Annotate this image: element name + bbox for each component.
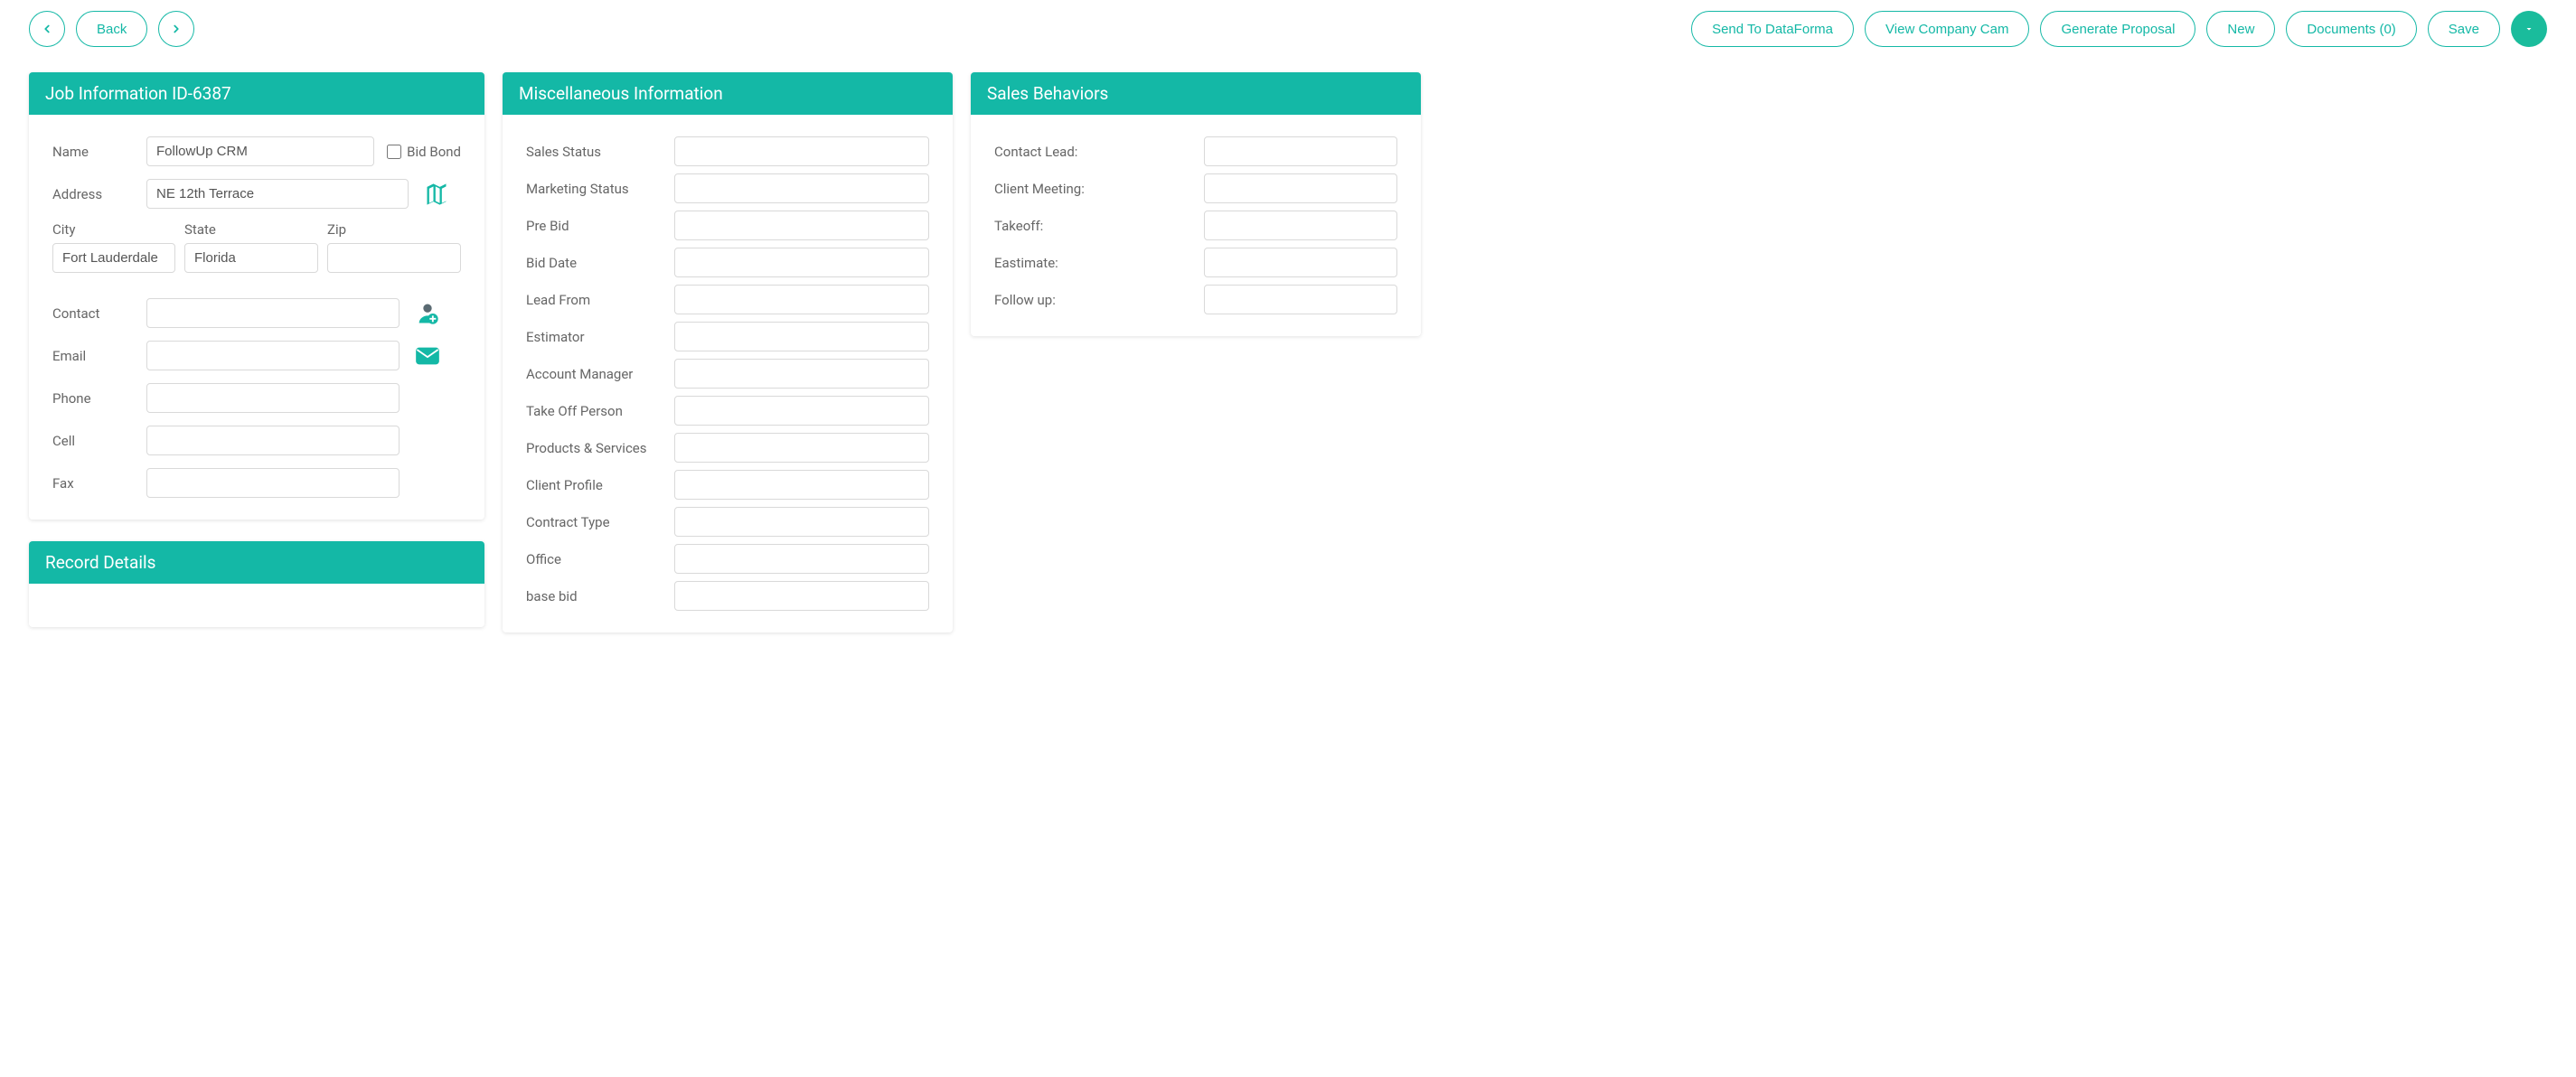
- phone-input[interactable]: [146, 383, 400, 413]
- state-label: State: [184, 221, 318, 238]
- state-input[interactable]: [184, 243, 318, 273]
- fax-label: Fax: [52, 475, 136, 492]
- send-dataforma-button[interactable]: Send To DataForma: [1691, 11, 1854, 47]
- more-dropdown-button[interactable]: [2511, 11, 2547, 47]
- bid-bond-checkbox[interactable]: [387, 145, 401, 159]
- name-label: Name: [52, 144, 136, 160]
- follow-up-label: Follow up:: [994, 292, 1191, 308]
- sales-behaviors-panel: Sales Behaviors Contact Lead: Client Mee…: [971, 72, 1421, 336]
- nav-prev-button[interactable]: [29, 11, 65, 47]
- sales-behaviors-title: Sales Behaviors: [971, 72, 1421, 115]
- estimator-input[interactable]: [674, 322, 929, 351]
- record-details-title: Record Details: [29, 541, 484, 584]
- account-manager-label: Account Manager: [526, 366, 662, 382]
- new-button[interactable]: New: [2206, 11, 2275, 47]
- office-label: Office: [526, 551, 662, 567]
- city-input[interactable]: [52, 243, 175, 273]
- email-label: Email: [52, 348, 136, 364]
- bid-bond-text: Bid Bond: [407, 144, 461, 160]
- topbar-left: Back: [29, 11, 194, 47]
- caret-down-icon: [2524, 23, 2534, 34]
- add-contact-icon[interactable]: [412, 301, 443, 326]
- client-meeting-input[interactable]: [1204, 173, 1397, 203]
- job-information-panel: Job Information ID-6387 Name Bid Bond: [29, 72, 484, 520]
- phone-label: Phone: [52, 390, 136, 407]
- zip-label: Zip: [327, 221, 461, 238]
- chevron-right-icon: [170, 23, 183, 35]
- name-input[interactable]: [146, 136, 374, 166]
- bid-date-input[interactable]: [674, 248, 929, 277]
- topbar-right: Send To DataForma View Company Cam Gener…: [1691, 11, 2547, 47]
- chevron-left-icon: [41, 23, 53, 35]
- pre-bid-input[interactable]: [674, 211, 929, 240]
- estimator-label: Estimator: [526, 329, 662, 345]
- contact-label: Contact: [52, 305, 136, 322]
- topbar: Back Send To DataForma View Company Cam …: [29, 11, 2547, 47]
- office-input[interactable]: [674, 544, 929, 574]
- city-label: City: [52, 221, 175, 238]
- contact-lead-label: Contact Lead:: [994, 144, 1191, 160]
- products-services-input[interactable]: [674, 433, 929, 463]
- sales-status-label: Sales Status: [526, 144, 662, 160]
- misc-info-panel: Miscellaneous Information Sales Status M…: [503, 72, 953, 632]
- email-icon[interactable]: [412, 346, 443, 366]
- base-bid-input[interactable]: [674, 581, 929, 611]
- base-bid-label: base bid: [526, 588, 662, 604]
- takeoff-label: Takeoff:: [994, 218, 1191, 234]
- marketing-status-input[interactable]: [674, 173, 929, 203]
- lead-from-label: Lead From: [526, 292, 662, 308]
- bid-bond-label[interactable]: Bid Bond: [387, 144, 461, 160]
- client-meeting-label: Client Meeting:: [994, 181, 1191, 197]
- contract-type-label: Contract Type: [526, 514, 662, 530]
- cell-input[interactable]: [146, 426, 400, 455]
- contract-type-input[interactable]: [674, 507, 929, 537]
- cell-label: Cell: [52, 433, 136, 449]
- take-off-person-label: Take Off Person: [526, 403, 662, 419]
- nav-next-button[interactable]: [158, 11, 194, 47]
- address-label: Address: [52, 186, 136, 202]
- take-off-person-input[interactable]: [674, 396, 929, 426]
- view-company-cam-button[interactable]: View Company Cam: [1865, 11, 2029, 47]
- account-manager-input[interactable]: [674, 359, 929, 389]
- contact-input[interactable]: [146, 298, 400, 328]
- client-profile-input[interactable]: [674, 470, 929, 500]
- estimate-input[interactable]: [1204, 248, 1397, 277]
- pre-bid-label: Pre Bid: [526, 218, 662, 234]
- follow-up-input[interactable]: [1204, 285, 1397, 314]
- fax-input[interactable]: [146, 468, 400, 498]
- sales-status-input[interactable]: [674, 136, 929, 166]
- lead-from-input[interactable]: [674, 285, 929, 314]
- zip-input[interactable]: [327, 243, 461, 273]
- documents-button[interactable]: Documents (0): [2286, 11, 2416, 47]
- contact-lead-input[interactable]: [1204, 136, 1397, 166]
- estimate-label: Eastimate:: [994, 255, 1191, 271]
- email-input[interactable]: [146, 341, 400, 370]
- back-button[interactable]: Back: [76, 11, 147, 47]
- marketing-status-label: Marketing Status: [526, 181, 662, 197]
- products-services-label: Products & Services: [526, 440, 662, 456]
- record-details-panel: Record Details: [29, 541, 484, 627]
- takeoff-input[interactable]: [1204, 211, 1397, 240]
- client-profile-label: Client Profile: [526, 477, 662, 493]
- bid-date-label: Bid Date: [526, 255, 662, 271]
- generate-proposal-button[interactable]: Generate Proposal: [2040, 11, 2195, 47]
- misc-info-title: Miscellaneous Information: [503, 72, 953, 115]
- save-button[interactable]: Save: [2428, 11, 2500, 47]
- job-information-title: Job Information ID-6387: [29, 72, 484, 115]
- map-icon[interactable]: [421, 182, 452, 207]
- address-input[interactable]: [146, 179, 409, 209]
